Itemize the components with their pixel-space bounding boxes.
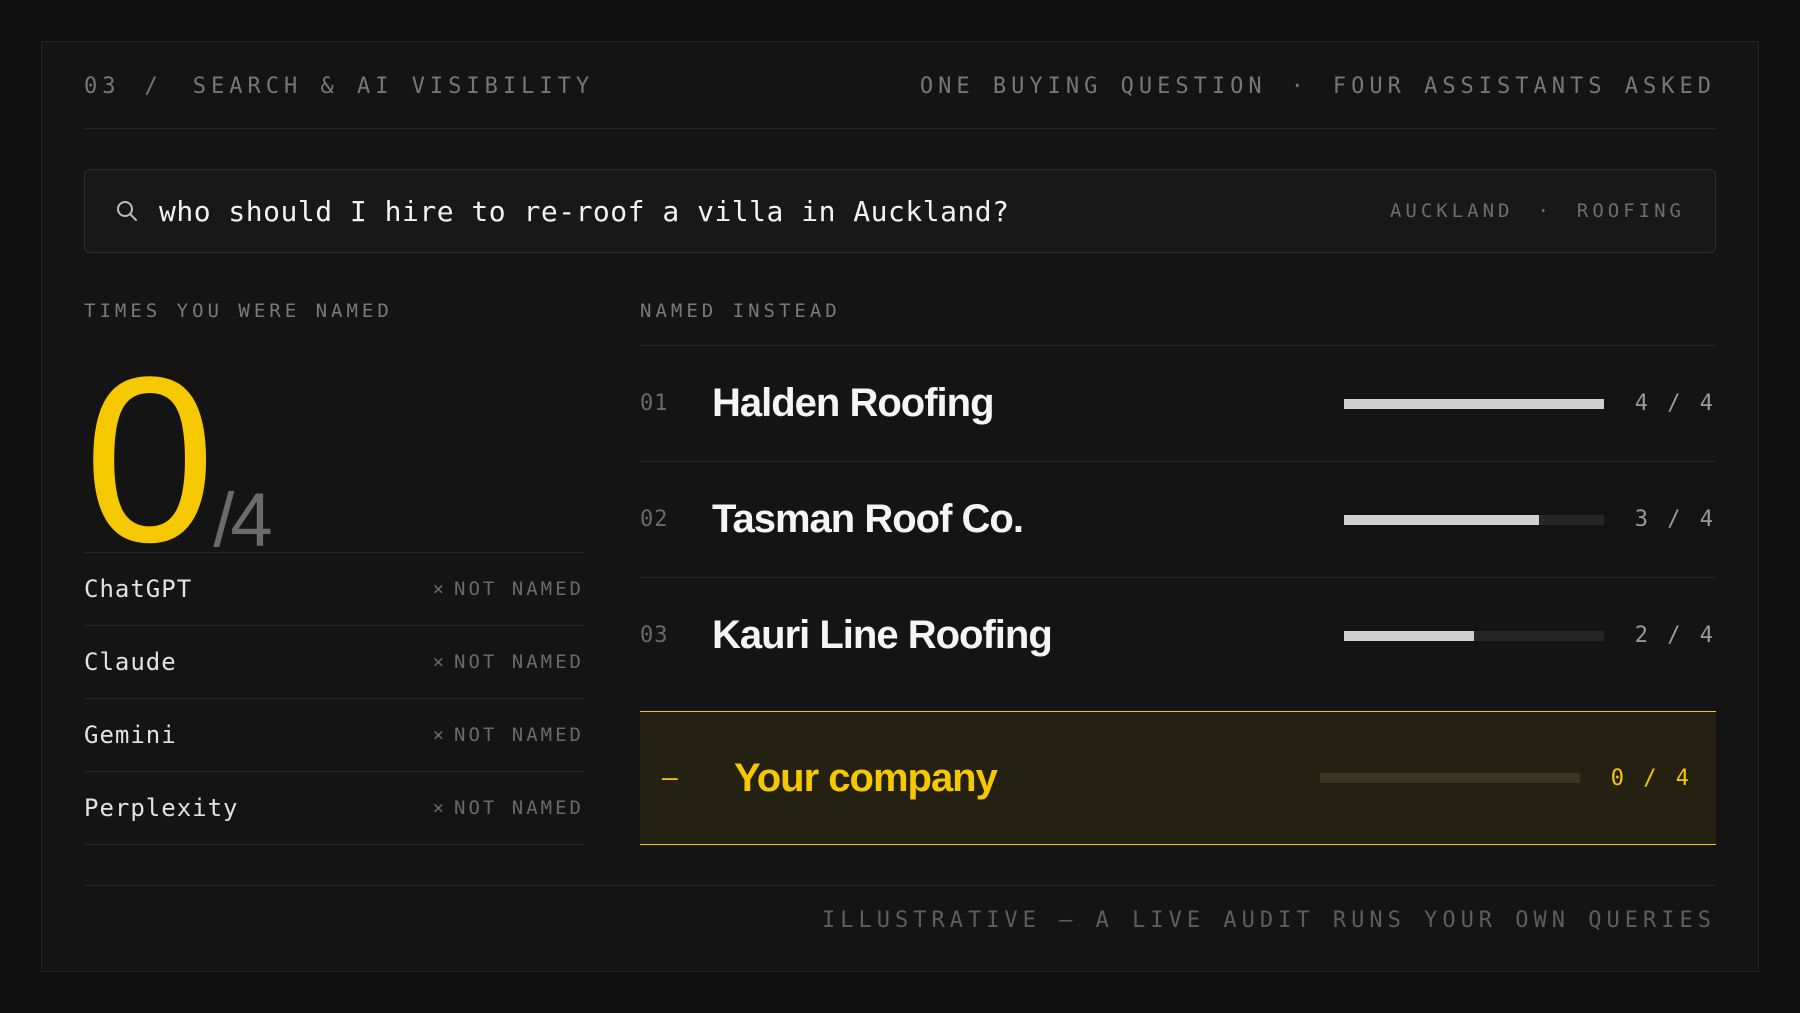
your-company-count: 0 / 4: [1610, 765, 1692, 791]
status-text: NOT NAMED: [454, 724, 584, 746]
competitor-rank: 03: [640, 623, 669, 648]
section-subtitle: ONE BUYING QUESTION · FOUR ASSISTANTS ASKE…: [920, 74, 1716, 99]
competitor-count: 4 / 4: [1634, 391, 1716, 416]
assistant-name: Gemini: [84, 721, 177, 749]
assistant-name: Perplexity: [84, 794, 239, 822]
query-box: who should I hire to re-roof a villa in …: [84, 169, 1716, 253]
competitor-bar: [1344, 630, 1604, 641]
competitor-count: 3 / 4: [1634, 507, 1716, 532]
footer-note: ILLUSTRATIVE — A LIVE AUDIT RUNS YOUR OW…: [84, 885, 1716, 933]
competitor-bar: [1344, 514, 1604, 525]
close-icon: ×: [432, 578, 445, 600]
section-heading: 03 / SEARCH & AI VISIBILITY: [84, 74, 594, 99]
assistant-row-gemini: Gemini × NOT NAMED: [84, 699, 584, 772]
close-icon: ×: [432, 724, 445, 746]
tag-location: AUCKLAND: [1389, 200, 1514, 222]
score-total: /4: [213, 478, 272, 563]
assistant-status: × NOT NAMED: [433, 578, 584, 600]
competitor-row: 01 Halden Roofing 4 / 4: [640, 346, 1716, 462]
subtitle-question: ONE BUYING QUESTION: [919, 74, 1267, 99]
competitor-name: Halden Roofing: [712, 381, 995, 425]
your-company-name: Your company: [734, 755, 998, 800]
competitor-list: 01 Halden Roofing 4 / 4 02 Tasman Roof C…: [640, 345, 1716, 693]
competitor-bar: [1344, 398, 1604, 409]
your-company-rank: –: [662, 763, 678, 793]
query-tags: AUCKLAND · ROOFING: [1390, 200, 1685, 222]
status-text: NOT NAMED: [454, 578, 584, 600]
competitor-bar-fill: [1344, 514, 1539, 525]
assistant-name: ChatGPT: [84, 575, 193, 603]
tag-dot: ·: [1537, 200, 1553, 222]
competitor-bar-fill: [1344, 398, 1604, 409]
competitor-name: Kauri Line Roofing: [712, 613, 1053, 657]
subtitle-dot: ·: [1290, 74, 1309, 99]
section-number: 03: [84, 74, 121, 99]
status-text: NOT NAMED: [454, 651, 584, 673]
section-separator: /: [144, 74, 163, 99]
assistant-row-perplexity: Perplexity × NOT NAMED: [84, 772, 584, 845]
close-icon: ×: [432, 651, 445, 673]
status-text: NOT NAMED: [454, 797, 584, 819]
section-header: 03 / SEARCH & AI VISIBILITY ONE BUYING QUE…: [84, 74, 1716, 129]
search-icon: [117, 201, 137, 221]
search-query: who should I hire to re-roof a villa in …: [159, 194, 1010, 228]
your-company-row: – Your company 0 / 4: [640, 711, 1716, 845]
subtitle-assistants: FOUR ASSISTANTS ASKED: [1332, 74, 1716, 99]
competitor-rank: 01: [640, 391, 669, 416]
competitor-count: 2 / 4: [1634, 623, 1716, 648]
your-company-bar: [1320, 773, 1580, 783]
score-display: 0 /4: [84, 328, 273, 592]
assistant-row-claude: Claude × NOT NAMED: [84, 626, 584, 699]
assistant-list: ChatGPT × NOT NAMED Claude × NOT NAMED Gem…: [84, 552, 584, 845]
visibility-panel: 03 / SEARCH & AI VISIBILITY ONE BUYING QUE…: [41, 41, 1759, 972]
competitors-label: NAMED INSTEAD: [640, 300, 841, 322]
assistant-status: × NOT NAMED: [433, 797, 584, 819]
section-title: SEARCH & AI VISIBILITY: [192, 74, 595, 99]
close-icon: ×: [432, 797, 445, 819]
competitor-row: 02 Tasman Roof Co. 3 / 4: [640, 462, 1716, 578]
assistant-status: × NOT NAMED: [433, 651, 584, 673]
score-label: TIMES YOU WERE NAMED: [84, 300, 393, 322]
competitor-name: Tasman Roof Co.: [712, 497, 1024, 541]
tag-category: ROOFING: [1576, 200, 1685, 222]
assistant-name: Claude: [84, 648, 177, 676]
competitor-rank: 02: [640, 507, 669, 532]
competitor-bar-fill: [1344, 630, 1474, 641]
score-value: 0: [84, 328, 215, 592]
assistant-status: × NOT NAMED: [433, 724, 584, 746]
competitor-row: 03 Kauri Line Roofing 2 / 4: [640, 578, 1716, 693]
assistant-row-chatgpt: ChatGPT × NOT NAMED: [84, 553, 584, 626]
